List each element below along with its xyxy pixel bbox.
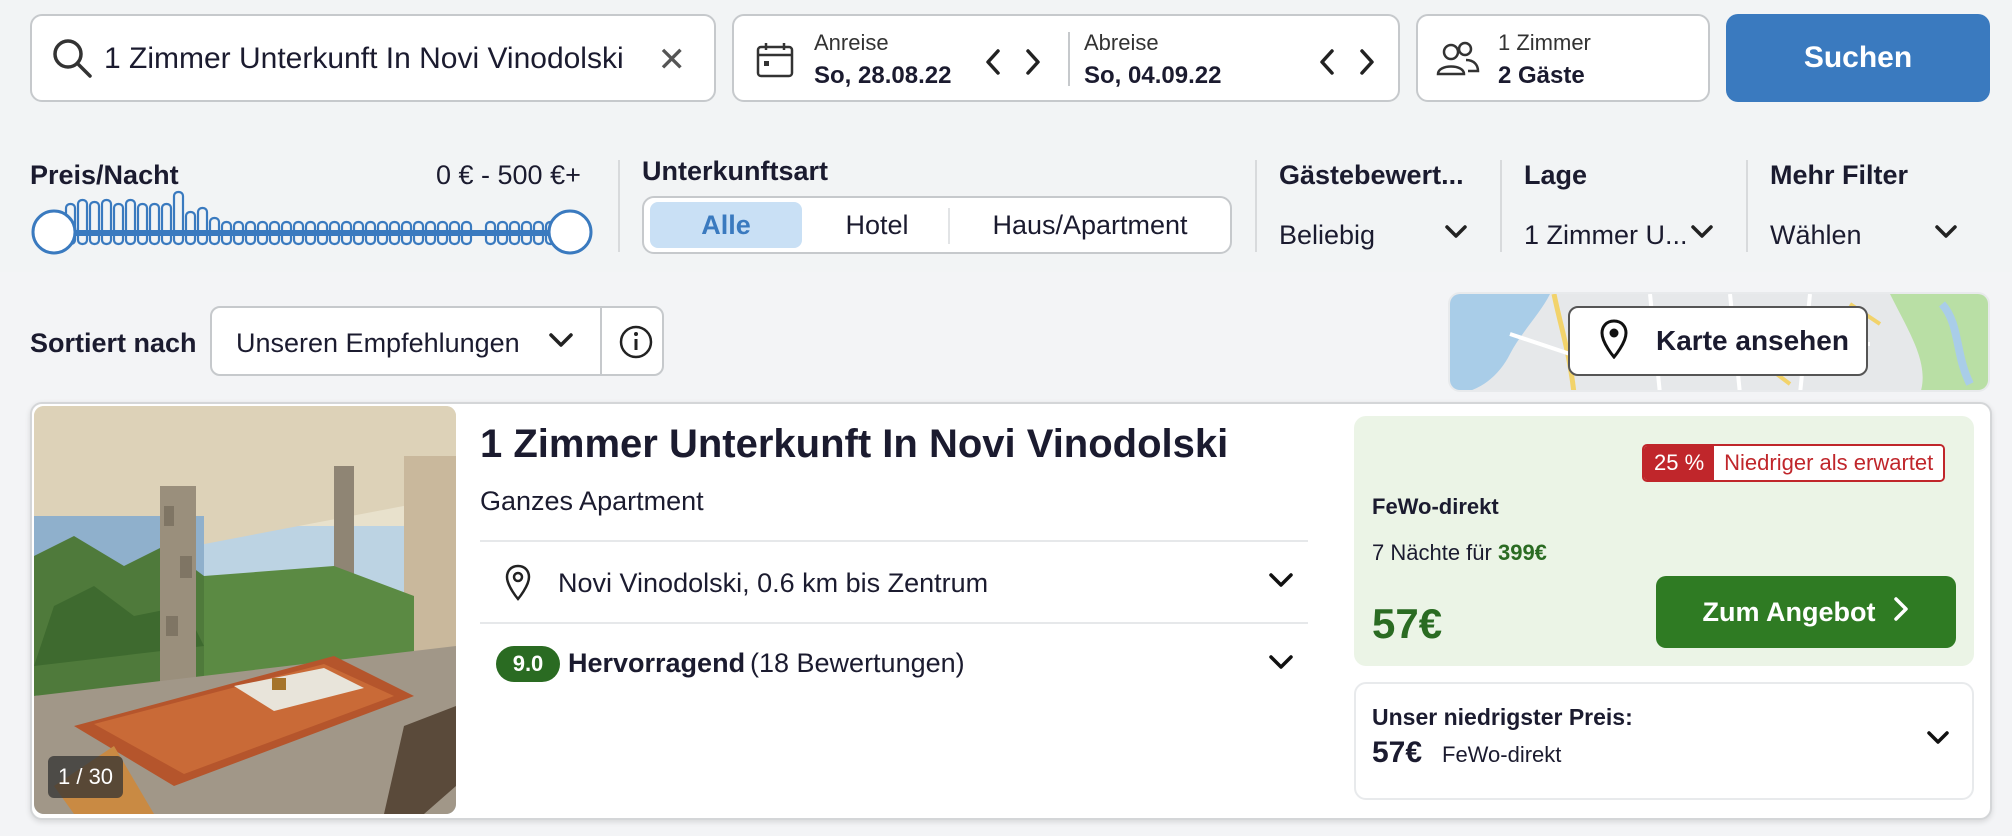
type-option-apartment[interactable]: Haus/Apartment: [954, 202, 1226, 248]
type-option-all[interactable]: Alle: [650, 202, 802, 248]
view-deal-label: Zum Angebot: [1702, 596, 1876, 627]
nights-price: 7 Nächte für 399€: [1372, 540, 1547, 566]
lowest-price-provider: FeWo-direkt: [1442, 742, 1562, 767]
chevron-right-icon: [1893, 596, 1909, 629]
sort-label: Sortiert nach: [30, 328, 197, 358]
location-chevron-down-icon[interactable]: [1690, 224, 1714, 245]
filter-divider: [618, 160, 620, 252]
lowest-price-title: Unser niedrigster Preis:: [1372, 704, 1633, 730]
checkin-label: Anreise: [814, 30, 889, 55]
checkin-field[interactable]: Anreise So, 28.08.22: [814, 30, 951, 90]
checkout-field[interactable]: Abreise So, 04.09.22: [1084, 30, 1221, 90]
date-picker[interactable]: Anreise So, 28.08.22 Abreise So, 04.09.2…: [732, 14, 1400, 102]
location-text: Novi Vinodolski, 0.6 km bis Zentrum: [558, 568, 989, 598]
guests-picker[interactable]: 1 Zimmer 2 Gäste: [1416, 14, 1710, 102]
filter-divider: [1500, 160, 1502, 252]
rating-count: (18 Bewertungen): [750, 648, 965, 678]
discount-text: Niedriger als erwartet: [1714, 446, 1944, 480]
info-icon[interactable]: [618, 324, 654, 365]
rating-filter-label: Gästebewert...: [1279, 160, 1464, 190]
map-pin-icon: [1600, 318, 1628, 364]
price-slider[interactable]: [30, 186, 596, 255]
nights-text: 7 Nächte für: [1372, 540, 1492, 565]
filter-divider: [1255, 160, 1257, 252]
location-filter-label: Lage: [1524, 160, 1588, 190]
rating-score-badge: 9.0: [496, 646, 560, 682]
checkout-next-icon[interactable]: [1358, 48, 1376, 81]
type-filter-label: Unterkunftsart: [642, 156, 829, 186]
divider: [480, 540, 1308, 542]
rating-word: Hervorragend: [568, 648, 746, 678]
more-filters-value[interactable]: Wählen: [1770, 220, 1862, 251]
location-chevron-down-icon[interactable]: [1268, 572, 1294, 595]
calendar-icon: [756, 42, 794, 83]
divider: [480, 622, 1308, 624]
lowest-price-panel[interactable]: Unser niedrigster Preis: 57€ FeWo-direkt: [1354, 682, 1974, 800]
type-option-hotel[interactable]: Hotel: [808, 202, 946, 248]
guests-count: 2 Gäste: [1498, 62, 1585, 89]
more-filters-chevron-down-icon[interactable]: [1934, 224, 1958, 245]
checkin-value: So, 28.08.22: [814, 62, 952, 89]
sort-chevron-down-icon: [548, 332, 574, 355]
price-min-handle[interactable]: [30, 208, 78, 256]
view-map-label: Karte ansehen: [1656, 325, 1849, 356]
lowest-chevron-down-icon[interactable]: [1926, 730, 1950, 751]
deal-provider: FeWo-direkt: [1372, 494, 1499, 519]
property-type: Ganzes Apartment: [480, 486, 704, 516]
checkin-next-icon[interactable]: [1024, 48, 1042, 81]
more-filters-label: Mehr Filter: [1770, 160, 1909, 190]
discount-percent: 25 %: [1644, 446, 1715, 480]
location-pin-icon: [504, 564, 532, 607]
property-title[interactable]: 1 Zimmer Unterkunft In Novi Vinodolski: [480, 422, 1228, 467]
nights-total: 399€: [1497, 540, 1547, 565]
checkout-label: Abreise: [1084, 30, 1159, 55]
search-button[interactable]: Suchen: [1726, 14, 1990, 102]
rooms-count: 1 Zimmer: [1498, 30, 1591, 55]
nightly-price: 57€: [1372, 600, 1443, 647]
sort-divider: [600, 308, 602, 374]
price-max-handle[interactable]: [546, 208, 594, 256]
photo-counter: 1 / 30: [48, 756, 124, 798]
checkout-value: So, 04.09.22: [1084, 62, 1222, 89]
price-histogram: [52, 190, 574, 246]
filter-divider: [1746, 160, 1748, 252]
discount-badge: 25 % Niedriger als erwartet: [1642, 444, 1946, 482]
checkout-prev-icon[interactable]: [1318, 48, 1336, 81]
lowest-price-value: 57€: [1372, 736, 1423, 769]
sort-dropdown[interactable]: Unseren Empfehlungen: [210, 306, 664, 376]
rating-chevron-down-icon[interactable]: [1268, 654, 1294, 677]
location-filter-value[interactable]: 1 Zimmer U...: [1524, 220, 1688, 251]
type-segmented-control[interactable]: Alle Hotel Haus/Apartment: [642, 196, 1232, 254]
search-input[interactable]: 1 Zimmer Unterkunft In Novi Vinodolski ✕: [30, 14, 716, 102]
rating-chevron-down-icon[interactable]: [1444, 224, 1468, 245]
clear-icon[interactable]: ✕: [658, 40, 687, 80]
search-query-text[interactable]: 1 Zimmer Unterkunft In Novi Vinodolski: [104, 42, 664, 76]
view-deal-button[interactable]: Zum Angebot: [1656, 576, 1956, 648]
property-photo[interactable]: [34, 406, 456, 814]
date-divider: [1068, 32, 1070, 86]
checkin-prev-icon[interactable]: [984, 48, 1002, 81]
guests-icon: [1436, 40, 1480, 83]
view-map-button[interactable]: Karte ansehen: [1568, 306, 1868, 376]
rating-filter-value[interactable]: Beliebig: [1279, 220, 1375, 251]
search-icon: [50, 36, 94, 85]
sort-value: Unseren Empfehlungen: [236, 328, 520, 358]
segment-divider: [948, 208, 950, 244]
